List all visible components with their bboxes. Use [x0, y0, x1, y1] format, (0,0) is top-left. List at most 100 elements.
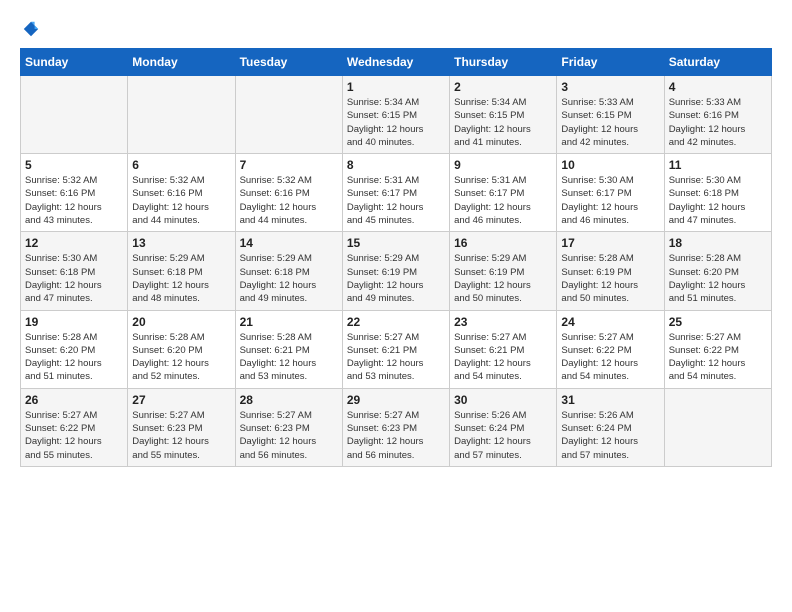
day-cell	[664, 388, 771, 466]
week-row-5: 26 Sunrise: 5:27 AM Sunset: 6:22 PM Dayli…	[21, 388, 772, 466]
week-row-4: 19 Sunrise: 5:28 AM Sunset: 6:20 PM Dayli…	[21, 310, 772, 388]
day-number: 19	[25, 315, 123, 329]
day-info: Sunrise: 5:32 AM Sunset: 6:16 PM Dayligh…	[132, 174, 230, 227]
header-cell-tuesday: Tuesday	[235, 49, 342, 76]
day-info: Sunrise: 5:30 AM Sunset: 6:17 PM Dayligh…	[561, 174, 659, 227]
day-number: 6	[132, 158, 230, 172]
day-number: 22	[347, 315, 445, 329]
day-cell: 24 Sunrise: 5:27 AM Sunset: 6:22 PM Dayli…	[557, 310, 664, 388]
day-info: Sunrise: 5:28 AM Sunset: 6:20 PM Dayligh…	[25, 331, 123, 384]
day-cell: 11Sunrise: 5:30 AM Sunset: 6:18 PM Dayli…	[664, 154, 771, 232]
day-info: Sunrise: 5:30 AM Sunset: 6:18 PM Dayligh…	[25, 252, 123, 305]
day-info: Sunrise: 5:29 AM Sunset: 6:19 PM Dayligh…	[347, 252, 445, 305]
day-cell: 1 Sunrise: 5:34 AM Sunset: 6:15 PM Daylig…	[342, 76, 449, 154]
day-number: 26	[25, 393, 123, 407]
day-info: Sunrise: 5:27 AM Sunset: 6:22 PM Dayligh…	[561, 331, 659, 384]
day-info: Sunrise: 5:32 AM Sunset: 6:16 PM Dayligh…	[240, 174, 338, 227]
day-cell: 20 Sunrise: 5:28 AM Sunset: 6:20 PM Dayli…	[128, 310, 235, 388]
day-number: 12	[25, 236, 123, 250]
day-info: Sunrise: 5:29 AM Sunset: 6:19 PM Dayligh…	[454, 252, 552, 305]
day-info: Sunrise: 5:33 AM Sunset: 6:15 PM Dayligh…	[561, 96, 659, 149]
day-cell: 30 Sunrise: 5:26 AM Sunset: 6:24 PM Dayli…	[450, 388, 557, 466]
day-number: 31	[561, 393, 659, 407]
day-cell: 7 Sunrise: 5:32 AM Sunset: 6:16 PM Daylig…	[235, 154, 342, 232]
header-row: SundayMondayTuesdayWednesdayThursdayFrid…	[21, 49, 772, 76]
day-info: Sunrise: 5:26 AM Sunset: 6:24 PM Dayligh…	[454, 409, 552, 462]
day-info: Sunrise: 5:34 AM Sunset: 6:15 PM Dayligh…	[347, 96, 445, 149]
header-cell-saturday: Saturday	[664, 49, 771, 76]
day-info: Sunrise: 5:29 AM Sunset: 6:18 PM Dayligh…	[240, 252, 338, 305]
day-cell	[235, 76, 342, 154]
day-cell: 28 Sunrise: 5:27 AM Sunset: 6:23 PM Dayli…	[235, 388, 342, 466]
day-number: 1	[347, 80, 445, 94]
day-number: 29	[347, 393, 445, 407]
day-number: 18	[669, 236, 767, 250]
day-info: Sunrise: 5:30 AM Sunset: 6:18 PM Dayligh…	[669, 174, 767, 227]
day-number: 21	[240, 315, 338, 329]
day-cell	[21, 76, 128, 154]
day-info: Sunrise: 5:28 AM Sunset: 6:20 PM Dayligh…	[132, 331, 230, 384]
day-number: 20	[132, 315, 230, 329]
day-number: 27	[132, 393, 230, 407]
day-cell: 21 Sunrise: 5:28 AM Sunset: 6:21 PM Dayli…	[235, 310, 342, 388]
header-cell-thursday: Thursday	[450, 49, 557, 76]
day-number: 8	[347, 158, 445, 172]
day-info: Sunrise: 5:27 AM Sunset: 6:23 PM Dayligh…	[347, 409, 445, 462]
day-number: 30	[454, 393, 552, 407]
day-number: 23	[454, 315, 552, 329]
day-cell: 9Sunrise: 5:31 AM Sunset: 6:17 PM Daylig…	[450, 154, 557, 232]
day-cell: 2Sunrise: 5:34 AM Sunset: 6:15 PM Daylig…	[450, 76, 557, 154]
day-cell: 6 Sunrise: 5:32 AM Sunset: 6:16 PM Daylig…	[128, 154, 235, 232]
day-number: 24	[561, 315, 659, 329]
day-cell: 4 Sunrise: 5:33 AM Sunset: 6:16 PM Daylig…	[664, 76, 771, 154]
day-number: 16	[454, 236, 552, 250]
day-cell: 31Sunrise: 5:26 AM Sunset: 6:24 PM Dayli…	[557, 388, 664, 466]
day-info: Sunrise: 5:28 AM Sunset: 6:19 PM Dayligh…	[561, 252, 659, 305]
day-number: 4	[669, 80, 767, 94]
day-cell: 15 Sunrise: 5:29 AM Sunset: 6:19 PM Dayli…	[342, 232, 449, 310]
day-cell: 5 Sunrise: 5:32 AM Sunset: 6:16 PM Daylig…	[21, 154, 128, 232]
day-number: 7	[240, 158, 338, 172]
header-cell-friday: Friday	[557, 49, 664, 76]
day-info: Sunrise: 5:31 AM Sunset: 6:17 PM Dayligh…	[347, 174, 445, 227]
day-info: Sunrise: 5:27 AM Sunset: 6:23 PM Dayligh…	[240, 409, 338, 462]
day-cell: 19 Sunrise: 5:28 AM Sunset: 6:20 PM Dayli…	[21, 310, 128, 388]
day-cell: 23 Sunrise: 5:27 AM Sunset: 6:21 PM Dayli…	[450, 310, 557, 388]
calendar-body: 1 Sunrise: 5:34 AM Sunset: 6:15 PM Daylig…	[21, 76, 772, 467]
day-number: 14	[240, 236, 338, 250]
day-info: Sunrise: 5:33 AM Sunset: 6:16 PM Dayligh…	[669, 96, 767, 149]
day-cell: 12 Sunrise: 5:30 AM Sunset: 6:18 PM Dayli…	[21, 232, 128, 310]
day-cell	[128, 76, 235, 154]
header-cell-monday: Monday	[128, 49, 235, 76]
day-number: 10	[561, 158, 659, 172]
day-info: Sunrise: 5:29 AM Sunset: 6:18 PM Dayligh…	[132, 252, 230, 305]
day-cell: 25Sunrise: 5:27 AM Sunset: 6:22 PM Dayli…	[664, 310, 771, 388]
day-number: 13	[132, 236, 230, 250]
day-number: 28	[240, 393, 338, 407]
header-cell-sunday: Sunday	[21, 49, 128, 76]
day-number: 5	[25, 158, 123, 172]
day-cell: 13 Sunrise: 5:29 AM Sunset: 6:18 PM Dayli…	[128, 232, 235, 310]
week-row-1: 1 Sunrise: 5:34 AM Sunset: 6:15 PM Daylig…	[21, 76, 772, 154]
day-cell: 10 Sunrise: 5:30 AM Sunset: 6:17 PM Dayli…	[557, 154, 664, 232]
day-info: Sunrise: 5:28 AM Sunset: 6:21 PM Dayligh…	[240, 331, 338, 384]
day-cell: 22 Sunrise: 5:27 AM Sunset: 6:21 PM Dayli…	[342, 310, 449, 388]
day-number: 15	[347, 236, 445, 250]
calendar-header: SundayMondayTuesdayWednesdayThursdayFrid…	[21, 49, 772, 76]
logo	[20, 20, 40, 38]
day-info: Sunrise: 5:27 AM Sunset: 6:21 PM Dayligh…	[347, 331, 445, 384]
day-info: Sunrise: 5:31 AM Sunset: 6:17 PM Dayligh…	[454, 174, 552, 227]
day-number: 2	[454, 80, 552, 94]
day-number: 3	[561, 80, 659, 94]
day-number: 17	[561, 236, 659, 250]
day-cell: 8 Sunrise: 5:31 AM Sunset: 6:17 PM Daylig…	[342, 154, 449, 232]
day-info: Sunrise: 5:28 AM Sunset: 6:20 PM Dayligh…	[669, 252, 767, 305]
day-cell: 16 Sunrise: 5:29 AM Sunset: 6:19 PM Dayli…	[450, 232, 557, 310]
day-cell: 14 Sunrise: 5:29 AM Sunset: 6:18 PM Dayli…	[235, 232, 342, 310]
calendar-table: SundayMondayTuesdayWednesdayThursdayFrid…	[20, 48, 772, 467]
day-info: Sunrise: 5:27 AM Sunset: 6:21 PM Dayligh…	[454, 331, 552, 384]
day-info: Sunrise: 5:32 AM Sunset: 6:16 PM Dayligh…	[25, 174, 123, 227]
day-info: Sunrise: 5:27 AM Sunset: 6:22 PM Dayligh…	[669, 331, 767, 384]
day-info: Sunrise: 5:27 AM Sunset: 6:22 PM Dayligh…	[25, 409, 123, 462]
day-cell: 3 Sunrise: 5:33 AM Sunset: 6:15 PM Daylig…	[557, 76, 664, 154]
